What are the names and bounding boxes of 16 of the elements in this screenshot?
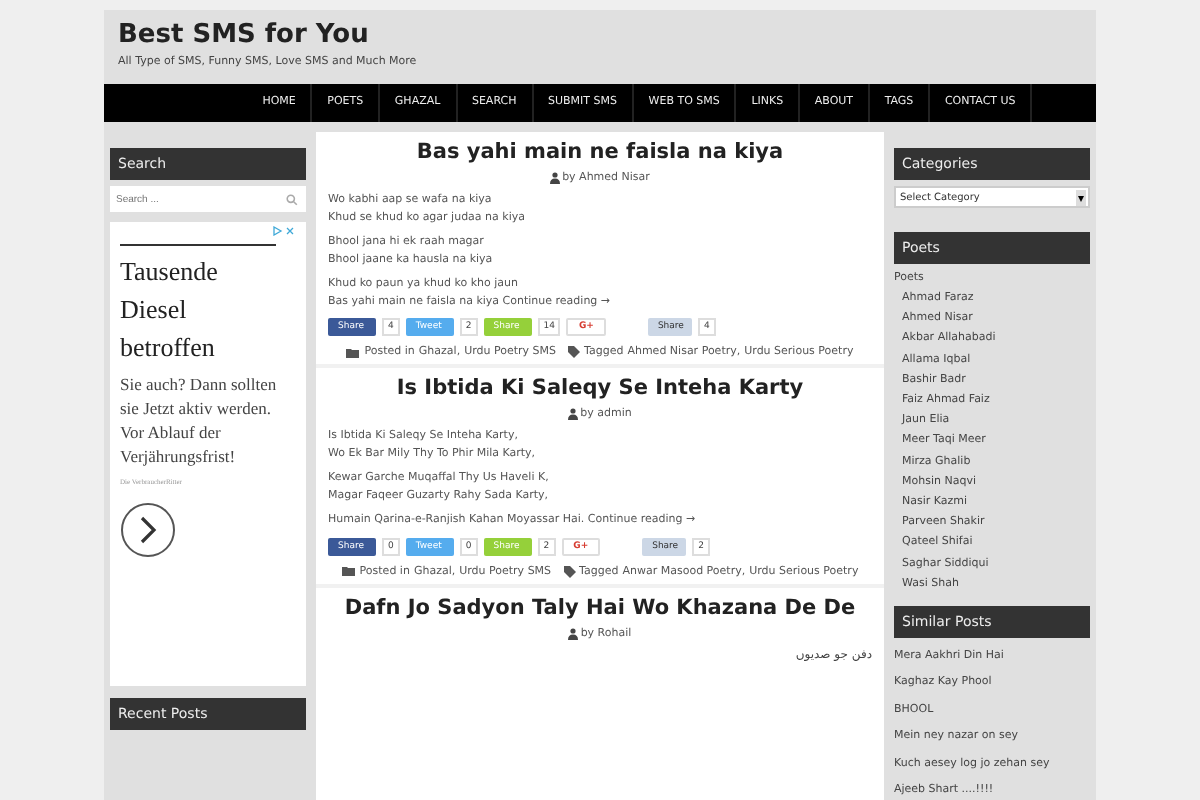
- tag-icon: [568, 346, 581, 358]
- post-title[interactable]: Dafn Jo Sadyon Taly Hai Wo Khazana De De: [328, 593, 872, 621]
- site-title[interactable]: Best SMS for You: [118, 20, 1082, 52]
- arrow-circle-icon[interactable]: [120, 502, 176, 558]
- user-icon: [568, 408, 579, 420]
- folder-icon: [341, 566, 356, 576]
- post-title[interactable]: Is Ibtida Ki Saleqy Se Inteha Karty: [328, 374, 872, 402]
- dropdown-arrow-icon[interactable]: [1076, 189, 1086, 205]
- user-icon: [568, 627, 579, 639]
- ad-headline[interactable]: Tausende Diesel betroffen: [120, 252, 260, 366]
- post-title[interactable]: Bas yahi main ne faisla na kiya: [328, 138, 872, 166]
- folder-icon: [346, 347, 361, 357]
- ad-text: Sie auch? Dann sollten sie Jetzt aktiv werden. Vor Ablauf der Verjährungsfrist!: [120, 372, 279, 468]
- ad-choices-icon[interactable]: [272, 226, 296, 236]
- user-icon: [550, 172, 561, 184]
- tag-icon: [563, 565, 576, 577]
